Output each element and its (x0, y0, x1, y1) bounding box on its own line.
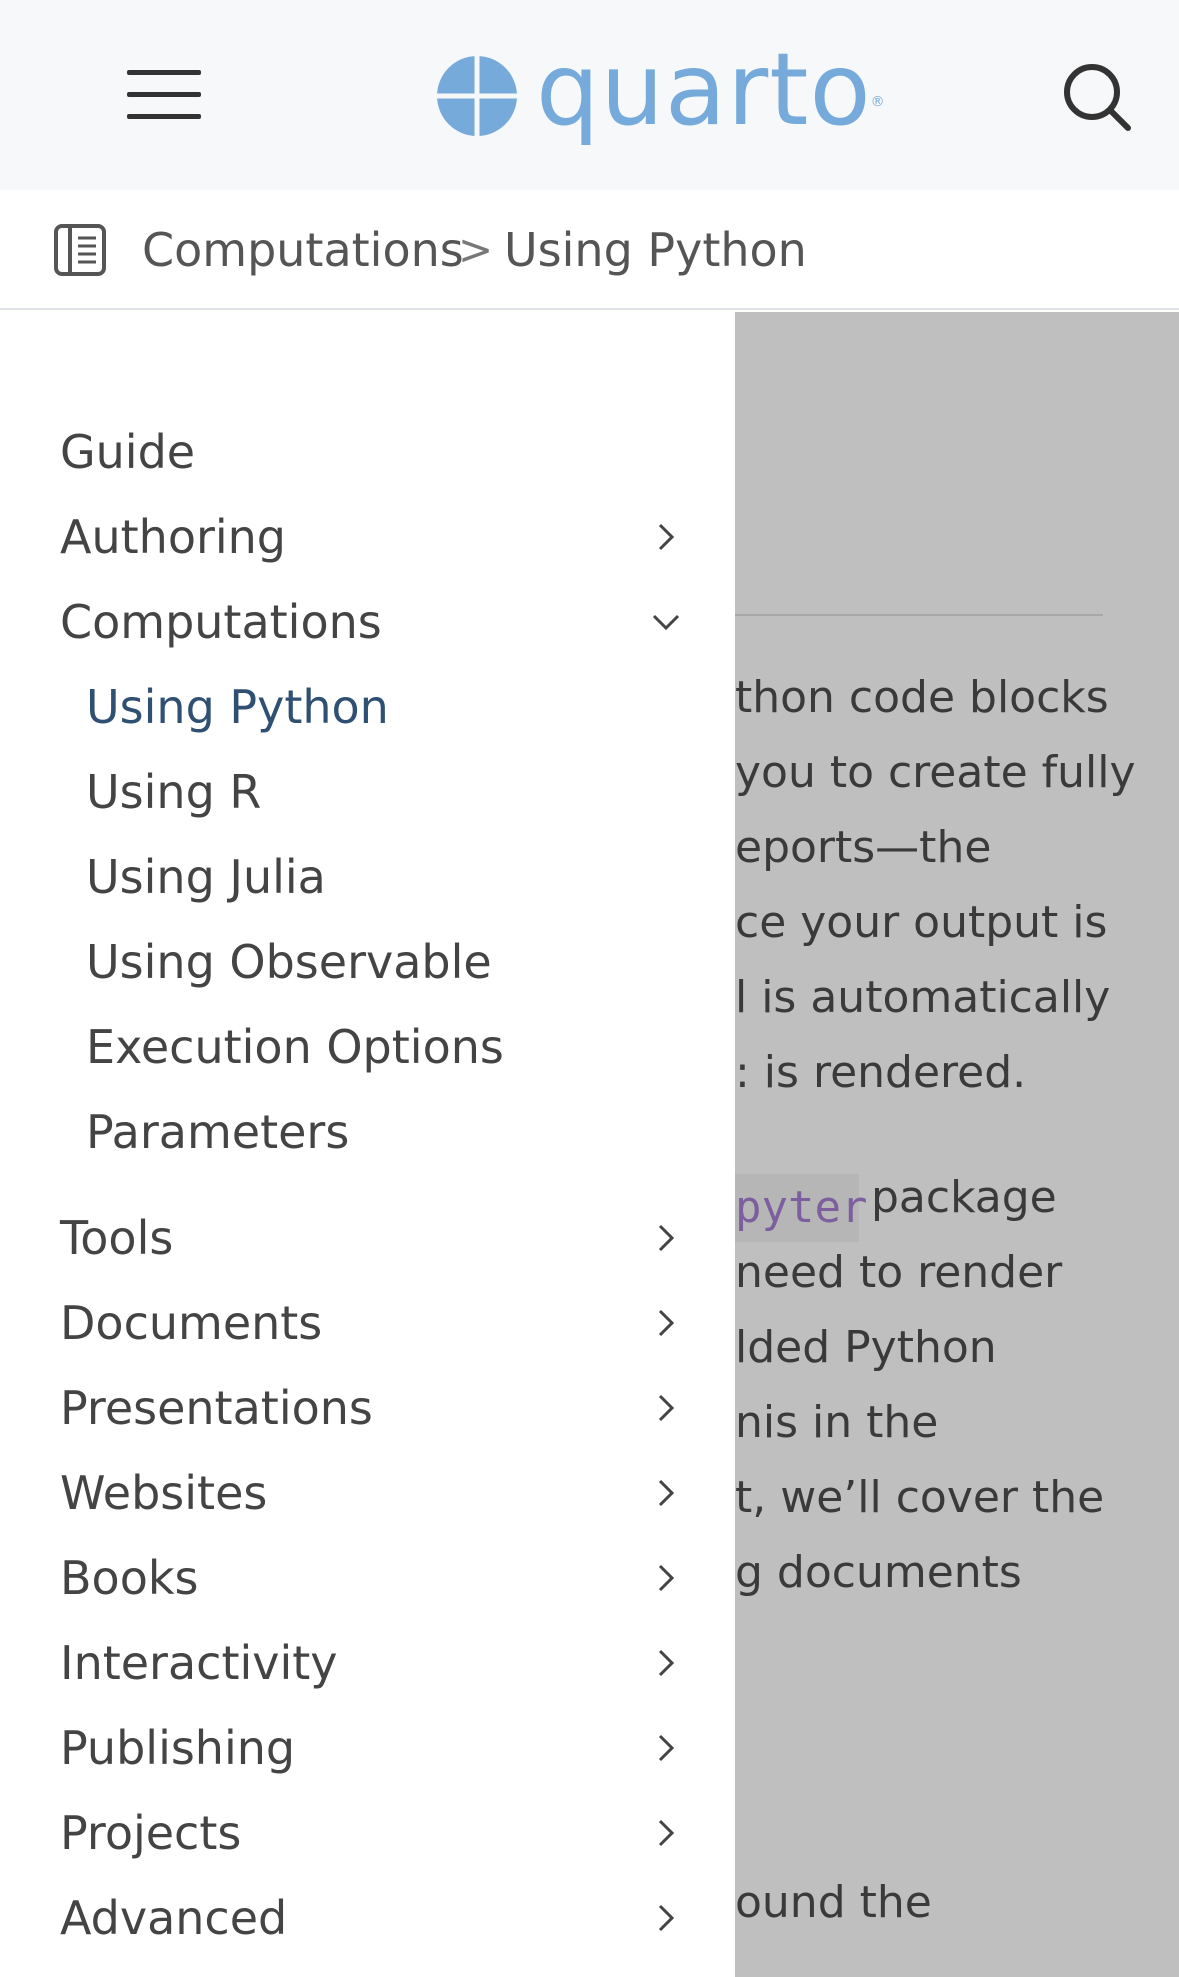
sidebar-item-using-r[interactable]: Using R (86, 752, 726, 832)
sidebar-item-books[interactable]: Books (60, 1538, 700, 1618)
quarto-logo[interactable]: quarto ® (436, 40, 885, 146)
body-text-line: package (871, 1172, 1057, 1223)
body-text-line: t, we’ll cover the (735, 1472, 1105, 1523)
sidebar-item-parameters[interactable]: Parameters (86, 1092, 726, 1172)
sidebar-item-using-observable[interactable]: Using Observable (86, 922, 726, 1002)
sidebar-item-label: Using Python (86, 680, 389, 734)
body-text-line: nis in the (735, 1397, 939, 1448)
sidebar-item-label: Projects (60, 1806, 242, 1860)
top-navbar: quarto ® (0, 0, 1179, 190)
sidebar-item-label: Websites (60, 1466, 268, 1520)
sidebar-item-label: Guide (60, 425, 196, 479)
content-overlay[interactable]: thon code blocks you to create fully epo… (735, 312, 1179, 1977)
chevron-right-icon[interactable] (650, 1647, 682, 1679)
sidebar-item-presentations[interactable]: Presentations (60, 1368, 700, 1448)
sidebar-item-label: Using R (86, 765, 262, 819)
sidebar-item-execution-options[interactable]: Execution Options (86, 1007, 726, 1087)
inline-code: pyter (735, 1174, 867, 1242)
body-text-line: lded Python (735, 1322, 997, 1373)
chevron-right-icon[interactable] (650, 1477, 682, 1509)
sidebar-item-label: Execution Options (86, 1020, 504, 1074)
body-text-line: eports—the (735, 822, 992, 873)
sidebar-item-websites[interactable]: Websites (60, 1453, 700, 1533)
body-text-line: need to render (735, 1247, 1063, 1298)
chevron-right-icon[interactable] (650, 1817, 682, 1849)
body-text-line: g documents (735, 1547, 1022, 1598)
quarto-logo-mark-icon (436, 55, 518, 137)
chevron-right-icon[interactable] (650, 1307, 682, 1339)
sidebar-item-computations[interactable]: Computations (60, 582, 700, 662)
chevron-right-icon[interactable] (650, 1562, 682, 1594)
body-text-line: : is rendered. (735, 1047, 1027, 1098)
sidebar-item-documents[interactable]: Documents (60, 1283, 700, 1363)
chevron-right-icon[interactable] (650, 1222, 682, 1254)
sidebar-item-authoring[interactable]: Authoring (60, 497, 700, 577)
sidebar-item-label: Computations (60, 595, 382, 649)
chevron-right-icon[interactable] (650, 1392, 682, 1424)
body-text-line: l is automatically (735, 972, 1111, 1023)
sidebar-nav: Guide Authoring Computations Using Pytho… (0, 312, 735, 1977)
sidebar-item-using-julia[interactable]: Using Julia (86, 837, 726, 917)
sidebar-item-label: Publishing (60, 1721, 296, 1775)
chevron-right-icon[interactable] (650, 1902, 682, 1934)
chevron-right-icon[interactable] (650, 1732, 682, 1764)
title-divider (735, 614, 1103, 616)
sidebar-item-projects[interactable]: Projects (60, 1793, 700, 1873)
breadcrumb: Computations > Using Python (0, 190, 1179, 310)
body-text-line: ce your output is (735, 897, 1108, 948)
breadcrumb-section[interactable]: Computations (142, 220, 464, 280)
sidebar-item-label: Using Julia (86, 850, 326, 904)
chevron-right-icon[interactable] (650, 521, 682, 553)
registered-mark: ® (870, 94, 886, 110)
sidebar-item-label: Presentations (60, 1381, 373, 1435)
sidebar-item-label: Authoring (60, 510, 287, 564)
logo-wordmark: quarto ® (536, 40, 885, 140)
sidebar-item-tools[interactable]: Tools (60, 1198, 700, 1278)
hamburger-icon[interactable] (118, 58, 202, 130)
chevron-down-icon[interactable] (650, 606, 682, 638)
sidebar-item-label: Interactivity (60, 1636, 338, 1690)
body-text-line: ound the (735, 1877, 932, 1928)
body-text-line: thon code blocks (735, 672, 1109, 723)
sidebar-item-label: Parameters (86, 1105, 350, 1159)
sidebar-item-interactivity[interactable]: Interactivity (60, 1623, 700, 1703)
search-icon[interactable] (1060, 60, 1132, 132)
sidebar-item-label: Tools (60, 1211, 174, 1265)
toc-book-icon[interactable] (52, 222, 108, 278)
logo-text: quarto (536, 31, 872, 148)
sidebar-item-label: Books (60, 1551, 199, 1605)
sidebar-item-guide[interactable]: Guide (60, 412, 700, 492)
sidebar-item-using-python[interactable]: Using Python (86, 667, 726, 747)
breadcrumb-separator: > (458, 225, 494, 274)
breadcrumb-current-page: Using Python (504, 223, 807, 277)
body-text-line: you to create fully (735, 747, 1136, 798)
sidebar-item-advanced[interactable]: Advanced (60, 1878, 700, 1958)
sidebar-item-label: Advanced (60, 1891, 288, 1945)
sidebar-item-label: Documents (60, 1296, 323, 1350)
sidebar-item-publishing[interactable]: Publishing (60, 1708, 700, 1788)
sidebar-item-label: Using Observable (86, 935, 492, 989)
